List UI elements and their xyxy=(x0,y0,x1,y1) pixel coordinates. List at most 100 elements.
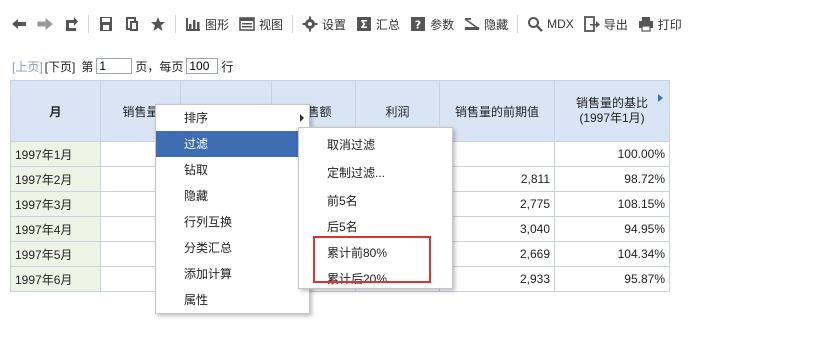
page-prefix: 第 xyxy=(81,59,94,74)
toolbar-separator xyxy=(88,15,89,33)
favorite-button[interactable] xyxy=(145,12,171,36)
column-header-month[interactable]: 月 xyxy=(10,80,101,142)
export-button[interactable]: 导出 xyxy=(579,12,633,36)
submenu-item-label: 取消过滤 xyxy=(327,138,376,152)
base-ratio-cell: 95.87% xyxy=(554,266,670,292)
next-page-link[interactable]: [下页] xyxy=(45,58,76,75)
size-suffix: 行 xyxy=(221,59,234,74)
submenu-item-cumulative-bottom20[interactable]: 累计后20% xyxy=(299,258,452,286)
settings-label: 设置 xyxy=(322,17,347,32)
month-cell[interactable]: 1997年5月 xyxy=(10,241,101,267)
base-ratio-cell: 108.15% xyxy=(554,191,670,217)
chart-label: 图形 xyxy=(205,17,230,32)
submenu-item-cumulative-top80[interactable]: 累计前80% xyxy=(299,232,452,260)
menu-item-add-calc[interactable]: 添加计算 xyxy=(156,261,309,287)
refresh-button[interactable] xyxy=(58,12,84,36)
menu-item-swap-axes[interactable]: 行列互换 xyxy=(156,209,309,235)
prev-period-cell xyxy=(439,141,555,167)
prev-period-cell: 3,040 xyxy=(439,216,555,242)
scroll-right-arrow-icon[interactable] xyxy=(658,94,663,102)
month-cell[interactable]: 1997年3月 xyxy=(10,191,101,217)
prev-period-cell: 2,669 xyxy=(439,241,555,267)
back-button[interactable] xyxy=(6,12,32,36)
submenu-item-top5[interactable]: 前5名 xyxy=(299,180,452,208)
prev-page-link[interactable]: [上页] xyxy=(12,58,43,75)
document-copy-icon xyxy=(124,16,140,32)
view-label: 视图 xyxy=(259,17,284,32)
prev-period-cell: 2,933 xyxy=(439,266,555,292)
menu-item-filter[interactable]: 过滤 xyxy=(156,131,309,157)
mdx-label: MDX xyxy=(547,17,574,31)
month-cell[interactable]: 1997年6月 xyxy=(10,266,101,292)
menu-item-label: 分类汇总 xyxy=(184,241,233,255)
search-icon xyxy=(527,16,543,32)
page-number-input[interactable] xyxy=(96,58,133,74)
refresh-icon xyxy=(63,16,79,32)
menu-item-sort[interactable]: 排序 xyxy=(156,105,309,131)
submenu-item-clear-filter[interactable]: 取消过滤 xyxy=(299,128,452,152)
chart-button[interactable]: 图形 xyxy=(180,12,234,36)
menu-item-label: 钻取 xyxy=(184,163,209,177)
view-window-icon xyxy=(239,16,255,32)
export-label: 导出 xyxy=(603,17,628,32)
page-suffix: 页，每页 xyxy=(135,59,184,74)
print-button[interactable]: 打印 xyxy=(633,12,687,36)
menu-item-label: 添加计算 xyxy=(184,267,233,281)
submenu-item-label: 累计后20% xyxy=(327,272,388,286)
summary-button[interactable]: 汇总 xyxy=(351,12,405,36)
context-menu: 排序 过滤 钻取 隐藏 行列互换 分类汇总 添加计算 属性 xyxy=(155,104,310,314)
menu-item-properties[interactable]: 属性 xyxy=(156,287,309,313)
base-ratio-cell: 98.72% xyxy=(554,166,670,192)
floppy-disk-icon xyxy=(98,16,114,32)
base-ratio-header-label: 销售量的基比 (1997年1月) xyxy=(575,96,648,125)
menu-item-subtotal[interactable]: 分类汇总 xyxy=(156,235,309,261)
prev-period-cell: 2,811 xyxy=(439,166,555,192)
submenu-item-bottom5[interactable]: 后5名 xyxy=(299,206,452,234)
bar-chart-icon xyxy=(185,16,201,32)
filter-submenu: 取消过滤 定制过滤... 前5名 后5名 累计前80% 累计后20% xyxy=(298,127,453,289)
save-as-button[interactable] xyxy=(119,12,145,36)
settings-button[interactable]: 设置 xyxy=(297,12,351,36)
pager: [上页] [下页] 第 页，每页 行 xyxy=(12,57,233,75)
submenu-arrow-icon xyxy=(300,114,304,122)
base-ratio-cell: 94.95% xyxy=(554,216,670,242)
submenu-item-label: 定制过滤... xyxy=(327,166,386,180)
menu-item-drill[interactable]: 钻取 xyxy=(156,157,309,183)
column-header-prev-period[interactable]: 销售量的前期值 xyxy=(439,80,555,142)
base-ratio-cell: 104.34% xyxy=(554,241,670,267)
month-cell[interactable]: 1997年2月 xyxy=(10,166,101,192)
column-header-base-ratio[interactable]: 销售量的基比 (1997年1月) xyxy=(554,80,670,142)
forward-button[interactable] xyxy=(32,12,58,36)
prev-period-cell: 2,775 xyxy=(439,191,555,217)
menu-item-label: 过滤 xyxy=(184,137,209,151)
toolbar: 图形 视图 设置 汇总 ? 参数 隐藏 MDX 导出 打印 xyxy=(0,0,817,48)
view-button[interactable]: 视图 xyxy=(234,12,288,36)
menu-item-label: 排序 xyxy=(184,111,209,125)
hide-icon xyxy=(464,16,480,32)
question-box-icon: ? xyxy=(410,16,426,32)
arrow-right-icon xyxy=(37,16,53,32)
menu-item-label: 属性 xyxy=(184,293,209,307)
export-icon xyxy=(583,16,600,32)
menu-item-label: 隐藏 xyxy=(184,189,209,203)
menu-item-hide[interactable]: 隐藏 xyxy=(156,183,309,209)
print-label: 打印 xyxy=(657,17,682,32)
toolbar-separator xyxy=(517,15,519,33)
month-cell[interactable]: 1997年4月 xyxy=(10,216,101,242)
menu-item-label: 行列互换 xyxy=(184,215,233,229)
svg-text:?: ? xyxy=(415,19,421,32)
page-size-input[interactable] xyxy=(186,58,219,74)
arrow-left-icon xyxy=(11,16,27,32)
toolbar-separator xyxy=(175,15,176,33)
month-cell[interactable]: 1997年1月 xyxy=(10,141,101,167)
hide-button[interactable]: 隐藏 xyxy=(459,12,513,36)
save-button[interactable] xyxy=(93,12,119,36)
toolbar-separator xyxy=(292,15,294,33)
hide-label: 隐藏 xyxy=(484,17,509,32)
mdx-button[interactable]: MDX xyxy=(522,12,579,36)
star-icon xyxy=(150,16,166,32)
params-button[interactable]: ? 参数 xyxy=(405,12,459,36)
submenu-item-custom-filter[interactable]: 定制过滤... xyxy=(299,152,452,180)
sigma-icon xyxy=(356,16,372,32)
gear-icon xyxy=(302,16,318,32)
